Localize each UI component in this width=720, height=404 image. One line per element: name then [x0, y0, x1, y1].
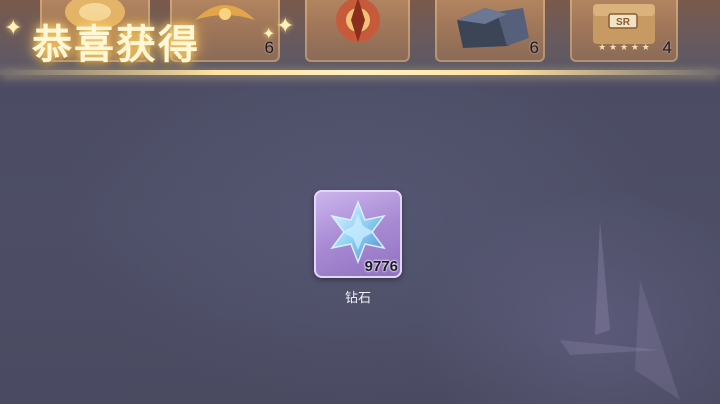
- reward-slot-3[interactable]: [305, 0, 410, 62]
- sr-treasure-chest-icon: SR ★ ★ ★ ★ ★: [593, 4, 655, 53]
- star-icon: ✦: [276, 14, 295, 39]
- star-icon: ✦: [4, 16, 23, 41]
- page-title: 恭喜获得: [32, 21, 200, 68]
- red-crest-emblem-icon: [335, 0, 380, 42]
- item-count: 9776: [364, 258, 398, 275]
- blue-crystal-star-icon: [330, 200, 386, 264]
- sr-badge: SR: [616, 17, 631, 28]
- item-name: 钻石: [344, 291, 371, 306]
- background-sparkle-decoration: [560, 220, 680, 400]
- reward-item-card[interactable]: 9776: [314, 190, 402, 278]
- svg-text:★ ★ ★ ★ ★: ★ ★ ★ ★ ★: [598, 43, 650, 53]
- reward-slot-5[interactable]: SR ★ ★ ★ ★ ★ 4: [570, 0, 678, 62]
- slot-count: 4: [662, 38, 672, 57]
- title-divider-line: [0, 70, 720, 75]
- dark-stone-icon: [457, 8, 529, 48]
- reward-slot-4[interactable]: 6: [435, 0, 545, 62]
- star-icon: ✦: [262, 24, 276, 43]
- slot-count: 6: [529, 38, 539, 57]
